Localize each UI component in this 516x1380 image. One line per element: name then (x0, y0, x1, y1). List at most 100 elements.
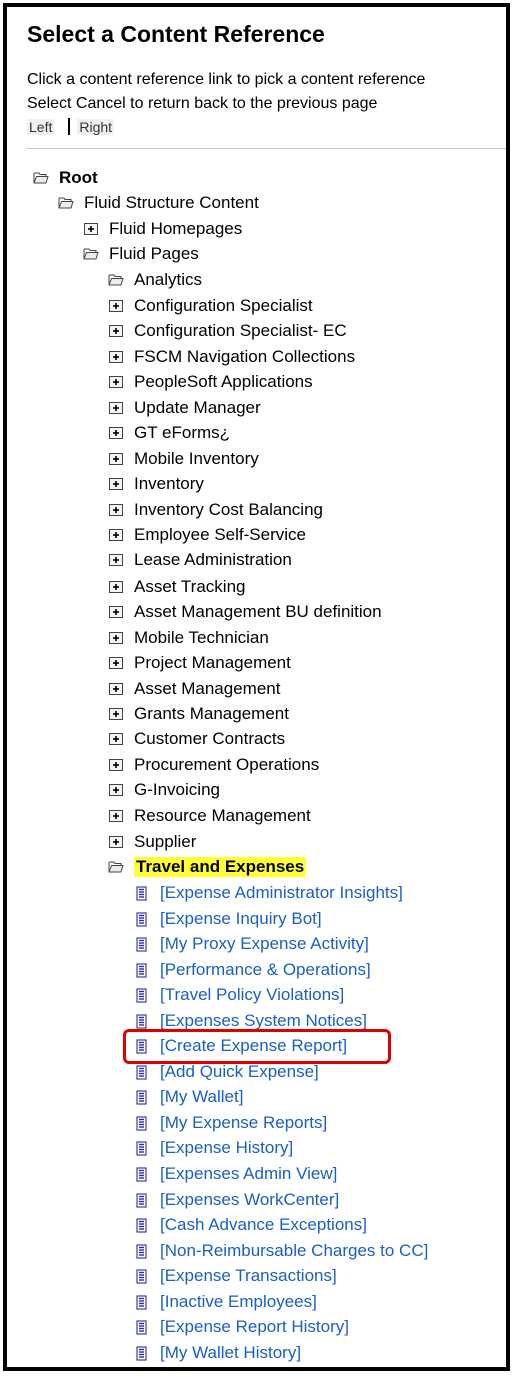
content-reference-link[interactable]: [Performance & Operations] (134, 958, 371, 982)
tree-folder-node[interactable]: Travel and Expenses (108, 855, 307, 879)
content-reference-link[interactable]: [Expense Administrator Insights] (134, 881, 403, 905)
tree-node-label[interactable]: [Non-Reimbursable Charges to CC] (160, 1241, 428, 1261)
content-reference-link[interactable]: [Expense Transactions] (134, 1264, 337, 1288)
document-icon[interactable] (134, 963, 150, 978)
document-icon[interactable] (134, 886, 150, 901)
tree-node-label[interactable]: [Expense History] (160, 1138, 293, 1158)
tree-node-label[interactable]: [Expenses WorkCenter] (160, 1190, 339, 1210)
content-reference-link[interactable]: [Non-Reimbursable Charges to CC] (134, 1239, 428, 1263)
tree-folder-node[interactable]: Procurement Operations (108, 753, 319, 777)
folder-expand-icon[interactable] (108, 553, 124, 567)
tree-node-label[interactable]: [Performance & Operations] (160, 960, 371, 980)
document-icon[interactable] (134, 1065, 150, 1080)
folder-expand-icon[interactable] (108, 732, 124, 746)
folder-expand-icon[interactable] (108, 707, 124, 721)
tree-folder-node[interactable]: Asset Management BU definition (108, 600, 382, 624)
tree-node-label[interactable]: [Expense Report History] (160, 1317, 349, 1337)
tree-folder-node[interactable]: FSCM Navigation Collections (108, 345, 355, 369)
tree-folder-node[interactable]: Asset Management (108, 677, 280, 701)
tree-folder-node[interactable]: Customer Contracts (108, 727, 285, 751)
folder-expand-icon[interactable] (108, 350, 124, 364)
folder-expand-icon[interactable] (108, 375, 124, 389)
tree-node-label[interactable]: [My Proxy Expense Activity] (160, 934, 369, 954)
folder-expand-icon[interactable] (108, 631, 124, 645)
document-icon[interactable] (134, 1014, 150, 1029)
content-reference-link[interactable]: [Travel Policy Violations] (134, 983, 344, 1007)
document-icon[interactable] (134, 1167, 150, 1182)
tree-node-label[interactable]: [Cash Advance Exceptions] (160, 1215, 367, 1235)
document-icon[interactable] (134, 1116, 150, 1131)
tree-node-label[interactable]: [Expense Inquiry Bot] (160, 909, 322, 929)
document-icon[interactable] (134, 1320, 150, 1335)
folder-expand-icon[interactable] (108, 783, 124, 797)
tree-folder-node[interactable]: Update Manager (108, 396, 261, 420)
folder-expand-icon[interactable] (108, 477, 124, 491)
folder-open-icon[interactable] (108, 860, 124, 874)
content-reference-link[interactable]: [Expenses Admin View] (134, 1162, 337, 1186)
tree-folder-node[interactable]: Root (33, 166, 98, 190)
tree-folder-node[interactable]: Mobile Technician (108, 626, 269, 650)
tree-folder-node[interactable]: Mobile Inventory (108, 447, 259, 471)
document-icon[interactable] (134, 1218, 150, 1233)
tree-node-label[interactable]: [Expense Administrator Insights] (160, 883, 403, 903)
folder-open-icon[interactable] (108, 273, 124, 287)
folder-expand-icon[interactable] (108, 580, 124, 594)
tree-folder-node[interactable]: Configuration Specialist (108, 294, 313, 318)
content-reference-link[interactable]: [Expense History] (134, 1136, 293, 1160)
tree-node-label[interactable]: [My Wallet] (160, 1087, 243, 1107)
document-icon[interactable] (134, 1269, 150, 1284)
tree-folder-node[interactable]: Fluid Pages (83, 242, 199, 266)
document-icon[interactable] (134, 1090, 150, 1105)
tree-node-label[interactable]: [My Expense Reports] (160, 1113, 327, 1133)
folder-open-icon[interactable] (33, 171, 49, 185)
tree-folder-node[interactable]: Inventory (108, 472, 204, 496)
tree-node-label[interactable]: [Add Quick Expense] (160, 1062, 319, 1082)
folder-expand-icon[interactable] (108, 401, 124, 415)
tree-node-label[interactable]: [Expense Transactions] (160, 1266, 337, 1286)
document-icon[interactable] (134, 1141, 150, 1156)
folder-expand-icon[interactable] (108, 299, 124, 313)
left-button[interactable]: Left (27, 119, 55, 135)
document-icon[interactable] (134, 1295, 150, 1310)
content-reference-link[interactable]: [Cash Advance Exceptions] (134, 1213, 367, 1237)
tree-folder-node[interactable]: Analytics (108, 268, 202, 292)
tree-node-label[interactable]: [Travel Policy Violations] (160, 985, 344, 1005)
document-icon[interactable] (134, 1244, 150, 1259)
content-reference-link[interactable]: [My Expense Reports] (134, 1111, 327, 1135)
content-reference-link[interactable]: [My Wallet] (134, 1085, 243, 1109)
tree-node-label[interactable]: [My Wallet History] (160, 1343, 301, 1363)
tree-folder-node[interactable]: Grants Management (108, 702, 289, 726)
folder-expand-icon[interactable] (108, 503, 124, 517)
folder-expand-icon[interactable] (108, 426, 124, 440)
content-reference-link[interactable]: [My Wallet History] (134, 1341, 301, 1365)
folder-open-icon[interactable] (58, 196, 74, 210)
document-icon[interactable] (134, 1193, 150, 1208)
content-reference-link[interactable]: [Expense Inquiry Bot] (134, 907, 322, 931)
folder-expand-icon[interactable] (108, 809, 124, 823)
tree-folder-node[interactable]: Fluid Homepages (83, 217, 242, 241)
folder-expand-icon[interactable] (108, 452, 124, 466)
content-reference-link[interactable]: [Expense Report History] (134, 1315, 349, 1339)
tree-folder-node[interactable]: Project Management (108, 651, 291, 675)
tree-node-label[interactable]: [Inactive Employees] (160, 1292, 317, 1312)
folder-expand-icon[interactable] (108, 528, 124, 542)
content-reference-link[interactable]: [Inactive Employees] (134, 1290, 317, 1314)
document-icon[interactable] (134, 988, 150, 1003)
tree-folder-node[interactable]: Inventory Cost Balancing (108, 498, 323, 522)
tree-folder-node[interactable]: Fluid Structure Content (58, 191, 259, 215)
folder-expand-icon[interactable] (108, 835, 124, 849)
tree-folder-node[interactable]: Supplier (108, 830, 196, 854)
tree-node-label[interactable]: [Expenses System Notices] (160, 1011, 367, 1031)
tree-folder-node[interactable]: PeopleSoft Applications (108, 370, 313, 394)
document-icon[interactable] (134, 1346, 150, 1361)
tree-folder-node[interactable]: Asset Tracking (108, 575, 246, 599)
tree-folder-node[interactable]: G-Invoicing (108, 778, 220, 802)
tree-folder-node[interactable]: Resource Management (108, 804, 311, 828)
folder-expand-icon[interactable] (108, 758, 124, 772)
content-reference-link[interactable]: [Expenses WorkCenter] (134, 1188, 339, 1212)
document-icon[interactable] (134, 937, 150, 952)
document-icon[interactable] (134, 912, 150, 927)
folder-expand-icon[interactable] (83, 222, 99, 236)
tree-folder-node[interactable]: Employee Self-Service (108, 523, 306, 547)
folder-expand-icon[interactable] (108, 605, 124, 619)
